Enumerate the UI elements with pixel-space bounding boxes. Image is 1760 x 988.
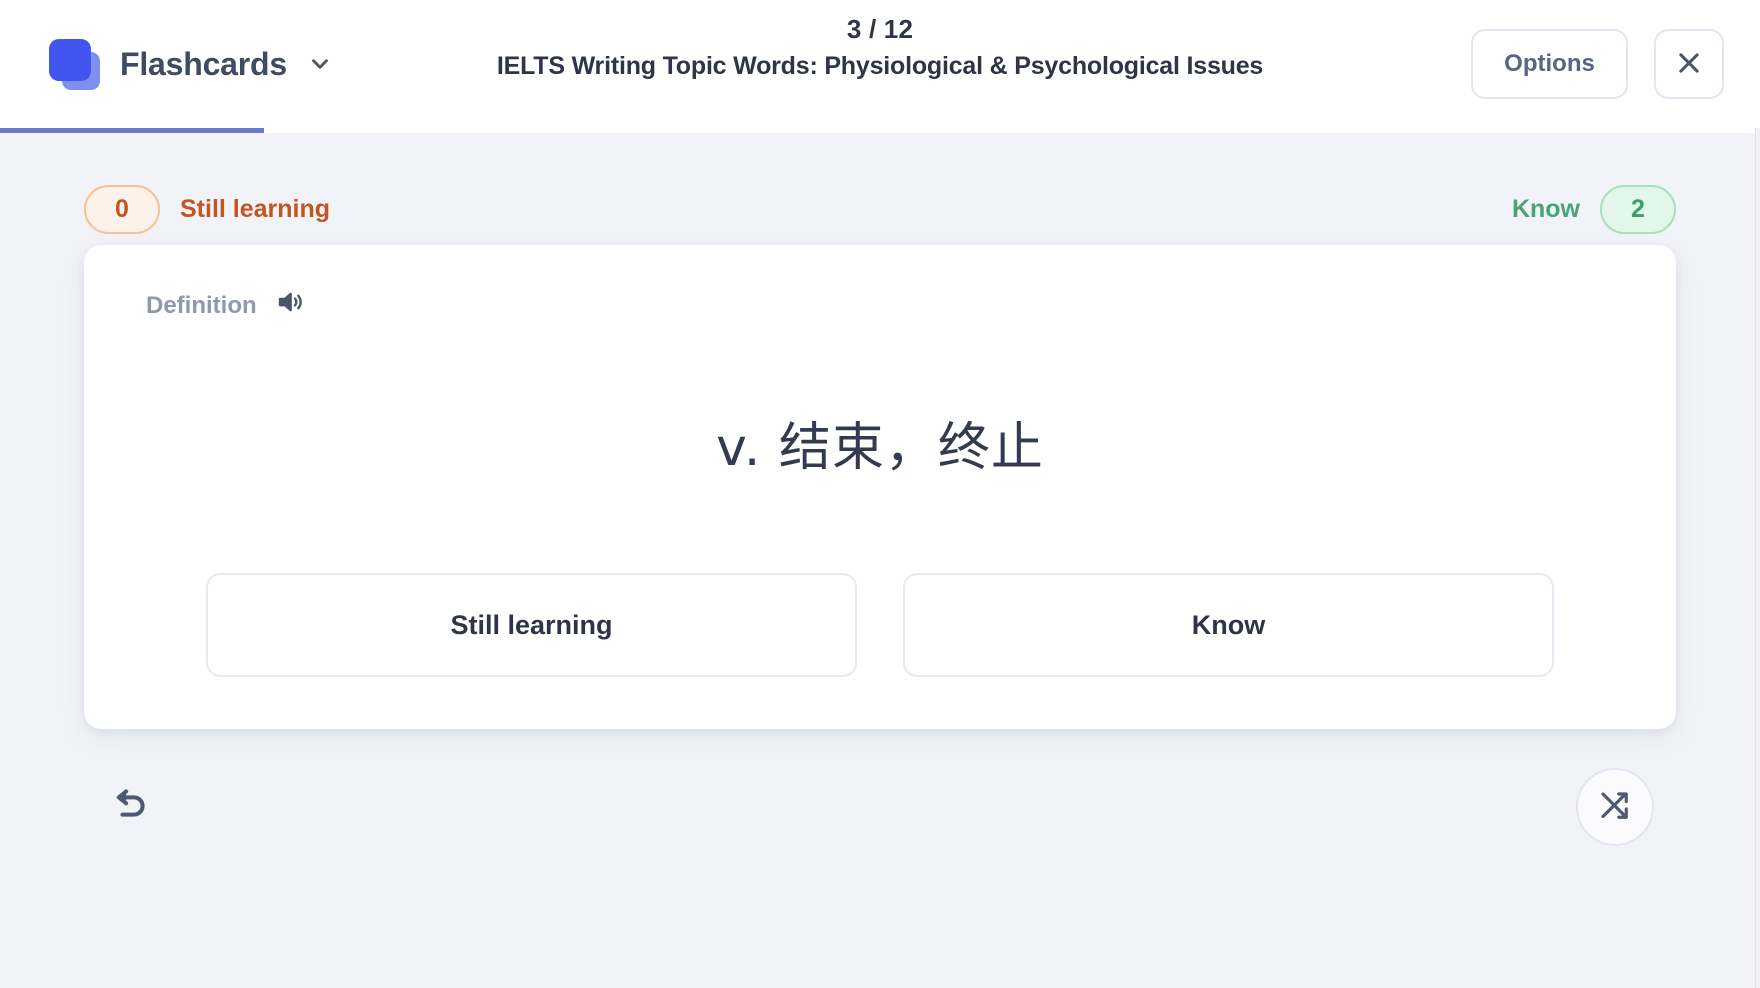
undo-button[interactable] bbox=[98, 772, 168, 842]
flashcard[interactable]: Definition v. 结束，终止 Still learning Know bbox=[84, 245, 1676, 729]
options-button[interactable]: Options bbox=[1471, 29, 1628, 99]
still-learning-button[interactable]: Still learning bbox=[206, 573, 857, 677]
main-content: 0 Still learning Know 2 Definition v. 结束… bbox=[0, 133, 1760, 988]
status-row: 0 Still learning Know 2 bbox=[84, 133, 1676, 234]
chevron-down-icon[interactable] bbox=[307, 51, 333, 77]
card-header: Definition bbox=[146, 291, 1614, 320]
answer-buttons: Still learning Know bbox=[146, 573, 1614, 677]
shuffle-icon bbox=[1597, 788, 1633, 827]
card-progress-count: 3 / 12 bbox=[846, 14, 914, 44]
still-learning-label: Still learning bbox=[180, 194, 331, 223]
still-learning-status: 0 Still learning bbox=[84, 184, 331, 234]
card-side-label: Definition bbox=[146, 291, 257, 319]
brand-label: Flashcards bbox=[120, 45, 287, 82]
know-label: Know bbox=[1511, 194, 1580, 223]
deck-title: IELTS Writing Topic Words: Physiological… bbox=[496, 52, 1264, 80]
card-term-text: v. 结束，终止 bbox=[716, 418, 1044, 478]
close-icon bbox=[1675, 49, 1703, 80]
flashcards-logo-icon bbox=[46, 36, 102, 92]
close-button[interactable] bbox=[1654, 29, 1724, 99]
header-inner: Flashcards 3 / 12 IELTS Writing Topic Wo… bbox=[0, 0, 1760, 128]
card-body: v. 结束，终止 bbox=[146, 320, 1614, 573]
brand-flashcards-menu[interactable]: Flashcards bbox=[46, 36, 333, 92]
app-header: Flashcards 3 / 12 IELTS Writing Topic Wo… bbox=[0, 0, 1760, 133]
audio-play-button[interactable] bbox=[275, 287, 305, 320]
speaker-icon bbox=[275, 287, 305, 320]
know-count-badge: 2 bbox=[1600, 184, 1676, 234]
know-button[interactable]: Know bbox=[903, 573, 1554, 677]
header-actions: Options bbox=[1471, 29, 1724, 99]
page-scrollbar[interactable] bbox=[1755, 128, 1760, 988]
undo-icon bbox=[110, 783, 156, 832]
footer-toolbar bbox=[84, 729, 1676, 885]
shuffle-button[interactable] bbox=[1576, 768, 1654, 846]
still-learning-count-badge: 0 bbox=[84, 184, 160, 234]
flashcards-app: Flashcards 3 / 12 IELTS Writing Topic Wo… bbox=[0, 0, 1760, 988]
know-status: Know 2 bbox=[1511, 184, 1676, 234]
